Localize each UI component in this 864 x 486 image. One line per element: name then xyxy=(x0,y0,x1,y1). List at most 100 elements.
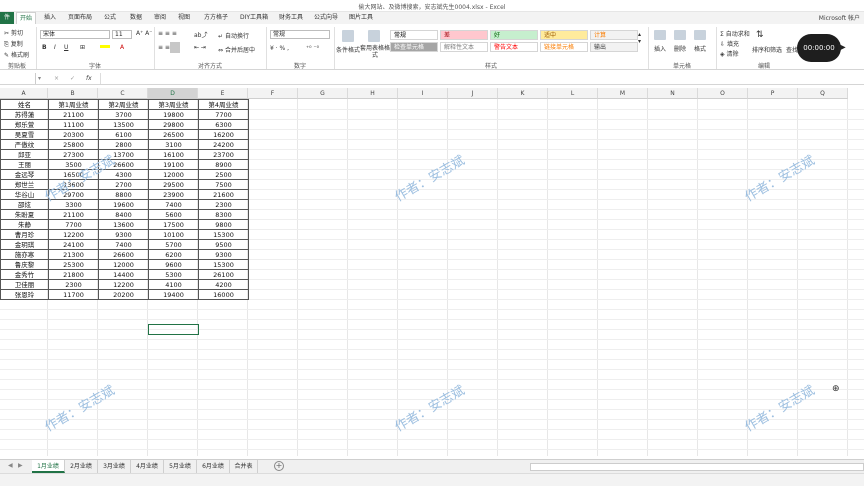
play-icon[interactable]: ▶ xyxy=(838,42,846,53)
format-cells-icon[interactable] xyxy=(694,30,706,40)
cell-style-0[interactable]: 常规 xyxy=(390,30,438,40)
sheet-nav-next-icon[interactable]: ▶ xyxy=(18,462,23,469)
worksheet-grid[interactable]: A B C D E F G H I J K L M N O P Q 姓名 第1周业绩 第2周业绩 第3周业绩 第4周业绩苏… xyxy=(0,88,864,460)
underline-button[interactable]: U xyxy=(64,44,68,51)
column-header-a[interactable]: A xyxy=(0,88,48,99)
horizontal-scrollbar[interactable] xyxy=(530,463,864,471)
function-icon[interactable]: fx xyxy=(86,75,92,82)
autosum-button[interactable]: Σ 自动求和 xyxy=(720,29,750,38)
wrap-text-button[interactable]: ↵ 自动换行 xyxy=(218,31,249,40)
tab-formula-wizard[interactable]: 公式向导 xyxy=(310,12,342,24)
insert-cells-button[interactable]: 插入 xyxy=(654,44,666,53)
indent-icon[interactable]: ⇤ ⇥ xyxy=(194,44,206,51)
cell-style-3[interactable]: 适中 xyxy=(540,30,588,40)
tab-view[interactable]: 视图 xyxy=(174,12,194,24)
column-header-h[interactable]: H xyxy=(348,88,398,99)
tab-picture-tools[interactable]: 图片工具 xyxy=(346,12,376,24)
conditional-format-icon[interactable] xyxy=(342,30,354,42)
column-header-c[interactable]: C xyxy=(98,88,148,99)
tab-diy[interactable]: DIY工具箱 xyxy=(236,12,272,24)
align-top-icon[interactable]: ≡ ≡ ≡ xyxy=(158,30,177,37)
table-format-icon[interactable] xyxy=(368,30,380,42)
table-cell[interactable]: 20200 xyxy=(98,289,149,300)
recorder-timer[interactable]: 00:00:00 xyxy=(797,34,841,62)
sheet-tab-6[interactable]: 6月业绩 xyxy=(197,460,230,473)
decimal-icon[interactable]: ⁺⁰ ⁻⁰ xyxy=(306,45,319,52)
tab-file[interactable]: 件 xyxy=(0,12,14,24)
clear-button[interactable]: ◈ 清除 xyxy=(720,49,739,58)
conditional-format-button[interactable]: 条件格式 xyxy=(336,45,360,54)
column-header-j[interactable]: J xyxy=(448,88,498,99)
column-header-q[interactable]: Q xyxy=(798,88,848,99)
add-sheet-icon[interactable]: + xyxy=(274,461,284,471)
selected-cell[interactable] xyxy=(148,324,199,335)
sheet-tab-7[interactable]: 合并表 xyxy=(230,460,258,473)
cell-style-2[interactable]: 好 xyxy=(490,30,538,40)
cell-style-1[interactable]: 差 xyxy=(440,30,488,40)
column-header-n[interactable]: N xyxy=(648,88,698,99)
name-box[interactable] xyxy=(0,73,36,84)
currency-icon[interactable]: ¥ · % , xyxy=(270,45,289,52)
cell-style-7[interactable]: 警告文本 xyxy=(490,42,538,52)
font-color-icon[interactable]: A xyxy=(120,44,124,51)
format-cells-button[interactable]: 格式 xyxy=(694,44,706,53)
font-name-select[interactable]: 宋体 xyxy=(40,30,110,39)
cell-style-6[interactable]: 解释性文本 xyxy=(440,42,488,52)
cell-style-9[interactable]: 输出 xyxy=(590,42,638,52)
formula-input[interactable] xyxy=(100,73,864,84)
align-center-icon[interactable] xyxy=(170,42,180,53)
column-header-i[interactable]: I xyxy=(398,88,448,99)
sheet-tab-2[interactable]: 2月业绩 xyxy=(65,460,98,473)
column-header-k[interactable]: K xyxy=(498,88,548,99)
cancel-icon[interactable]: × xyxy=(54,75,59,82)
cell-style-4[interactable]: 计算 xyxy=(590,30,638,40)
styles-scroll-icon[interactable]: ▴ ▾ xyxy=(638,31,641,45)
column-header-l[interactable]: L xyxy=(548,88,598,99)
column-header-d[interactable]: D xyxy=(148,88,198,99)
tab-finance[interactable]: 财务工具 xyxy=(276,12,306,24)
column-header-m[interactable]: M xyxy=(598,88,648,99)
sheet-tab-4[interactable]: 4月业绩 xyxy=(131,460,164,473)
sheet-tab-3[interactable]: 3月业绩 xyxy=(98,460,131,473)
column-header-e[interactable]: E xyxy=(198,88,248,99)
namebox-dropdown-icon[interactable]: ▾ xyxy=(38,75,41,82)
sort-filter-button[interactable]: 排序和筛选 xyxy=(752,45,782,54)
column-header-b[interactable]: B xyxy=(48,88,98,99)
table-cell[interactable]: 19400 xyxy=(148,289,199,300)
italic-button[interactable]: I xyxy=(54,44,56,51)
tab-data[interactable]: 数据 xyxy=(126,12,146,24)
tab-insert[interactable]: 插入 xyxy=(40,12,60,24)
tab-ffgz[interactable]: 方方格子 xyxy=(200,12,232,24)
delete-cells-button[interactable]: 删除 xyxy=(674,44,686,53)
bold-button[interactable]: B xyxy=(42,44,47,51)
border-icon[interactable]: ⊞ xyxy=(80,44,85,51)
account-link[interactable]: Microsoft 帐户 xyxy=(819,13,860,22)
cell-style-8[interactable]: 链接单元格 xyxy=(540,42,588,52)
column-header-g[interactable]: G xyxy=(298,88,348,99)
tab-review[interactable]: 审阅 xyxy=(150,12,170,24)
table-cell[interactable]: 张恩玲 xyxy=(0,289,49,300)
tab-formulas[interactable]: 公式 xyxy=(100,12,120,24)
delete-cells-icon[interactable] xyxy=(674,30,686,40)
orientation-icon[interactable]: ab⤴ xyxy=(194,30,208,39)
grow-font-icon[interactable]: A⁺ A⁻ xyxy=(136,30,152,37)
sort-filter-icon[interactable]: ⇅ xyxy=(756,30,764,40)
sheet-tab-1[interactable]: 1月业绩 xyxy=(32,460,65,473)
tab-home[interactable]: 开始 xyxy=(16,12,36,24)
format-painter-button[interactable]: ✎ 格式刷 xyxy=(4,50,29,59)
column-header-f[interactable]: F xyxy=(248,88,298,99)
copy-button[interactable]: ⎘ 复制 xyxy=(4,39,23,49)
enter-icon[interactable]: ✓ xyxy=(70,75,75,82)
cut-button[interactable]: ✂ 剪切 xyxy=(4,28,23,37)
cell-style-5[interactable]: 检查单元格 xyxy=(390,42,438,52)
table-format-button[interactable]: 套用表格格式 xyxy=(360,45,390,59)
insert-cells-icon[interactable] xyxy=(654,30,666,40)
font-size-select[interactable]: 11 xyxy=(112,30,132,39)
table-cell[interactable]: 16000 xyxy=(198,289,249,300)
tab-page-layout[interactable]: 页面布局 xyxy=(64,12,96,24)
merge-center-button[interactable]: ⇔ 合并后居中 xyxy=(218,45,255,54)
column-header-p[interactable]: P xyxy=(748,88,798,99)
fill-button[interactable]: ⇩ 填充 xyxy=(720,39,739,48)
number-format-select[interactable]: 常规 xyxy=(270,30,330,39)
sheet-nav-prev-icon[interactable]: ◀ xyxy=(8,462,13,469)
